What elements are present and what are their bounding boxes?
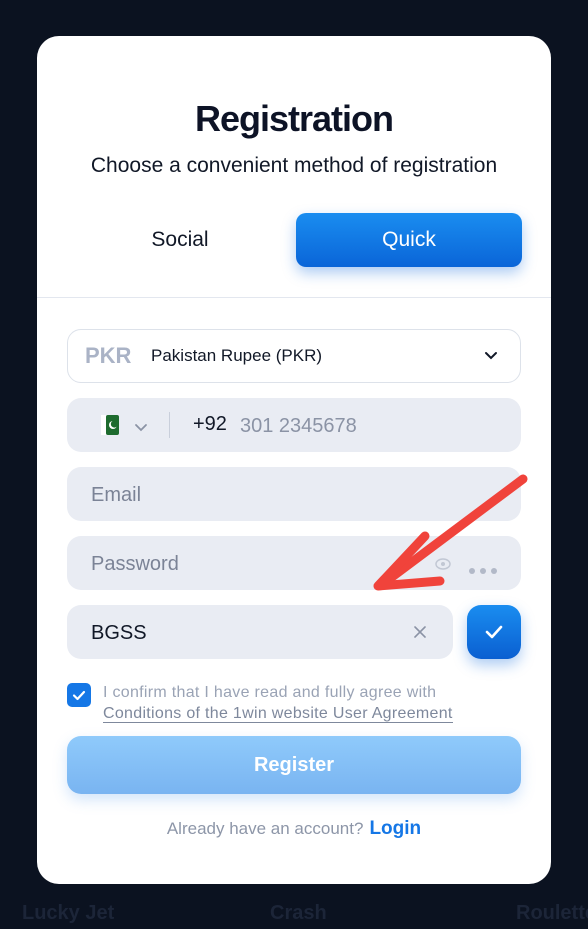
annotation-arrow-icon [373,474,528,591]
